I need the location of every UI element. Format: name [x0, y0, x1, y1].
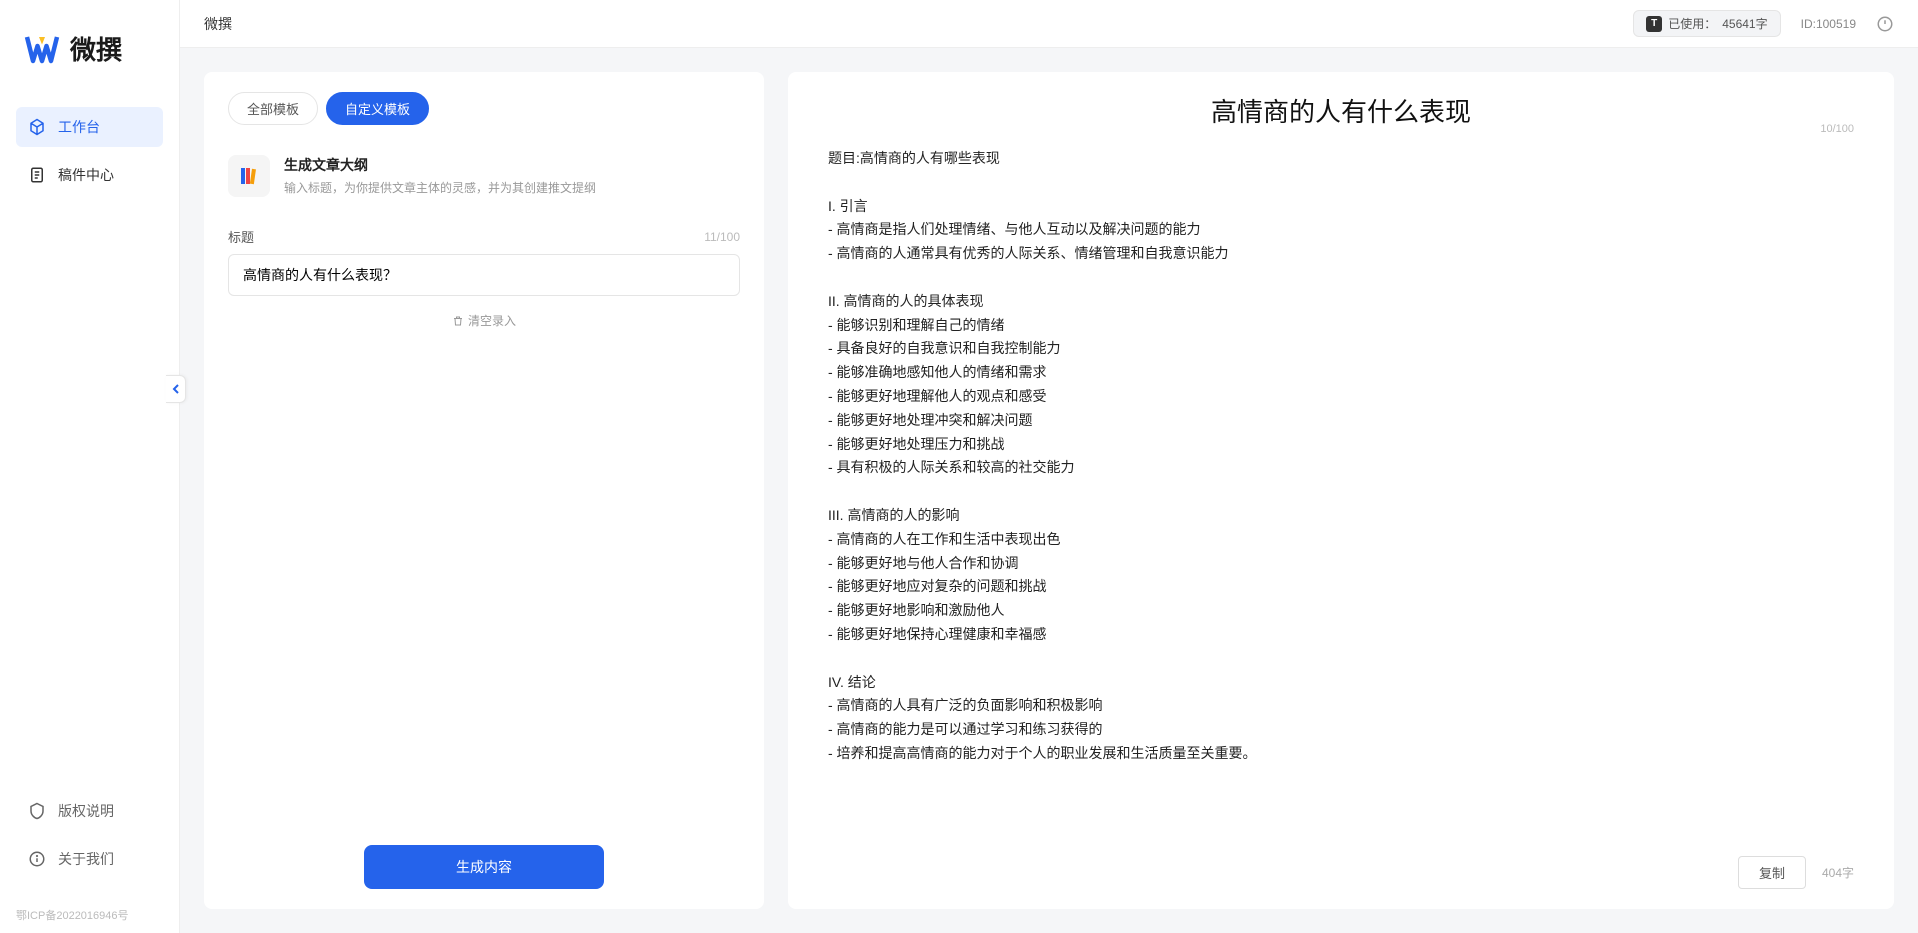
- topbar-title: 微撰: [204, 14, 1633, 34]
- doc-icon: [28, 166, 46, 184]
- chevron-left-icon: [171, 383, 181, 395]
- sidebar-collapse-handle[interactable]: [166, 375, 186, 403]
- icp-text: 鄂ICP备2022016946号: [0, 907, 179, 933]
- nav-label: 稿件中心: [58, 165, 114, 185]
- cube-icon: [28, 118, 46, 136]
- template-tabs: 全部模板 自定义模板: [228, 92, 740, 125]
- nav-label: 关于我们: [58, 849, 114, 869]
- topbar: 微撰 T 已使用： 45641字 ID:100519: [180, 0, 1918, 48]
- nav-bottom: 版权说明 关于我们: [0, 791, 179, 907]
- usage-chip[interactable]: T 已使用： 45641字: [1633, 10, 1780, 37]
- tab-all-templates[interactable]: 全部模板: [228, 92, 318, 125]
- trash-icon: [452, 315, 464, 327]
- template-title: 生成文章大纲: [284, 155, 596, 175]
- output-char-count: 404字: [1822, 864, 1854, 881]
- generate-button[interactable]: 生成内容: [364, 845, 604, 889]
- output-body[interactable]: 题目:高情商的人有哪些表现 I. 引言 - 高情商是指人们处理情绪、与他人互动以…: [828, 147, 1854, 842]
- sidebar: 微撰 工作台 稿件中心 版权说明 关于我们 鄂ICP备2022016946号: [0, 0, 180, 933]
- template-desc: 输入标题，为你提供文章主体的灵感，并为其创建推文提纲: [284, 179, 596, 196]
- books-icon: [237, 164, 261, 188]
- title-field-count: 11/100: [704, 230, 740, 244]
- user-id: ID:100519: [1801, 17, 1856, 31]
- usage-label: 已使用：: [1668, 15, 1716, 32]
- clear-input-button[interactable]: 清空录入: [452, 312, 516, 329]
- nav-drafts[interactable]: 稿件中心: [16, 155, 163, 195]
- template-icon: [228, 155, 270, 197]
- nav-copyright[interactable]: 版权说明: [16, 791, 163, 831]
- tab-custom-template[interactable]: 自定义模板: [326, 92, 429, 125]
- input-panel: 全部模板 自定义模板 生成文章大纲 输入标题，为你提供文章主体的灵感，并为其创建…: [204, 72, 764, 909]
- logo: 微撰: [0, 0, 179, 107]
- title-field-label: 标题: [228, 227, 254, 246]
- output-title: 高情商的人有什么表现: [828, 92, 1854, 129]
- nav-about[interactable]: 关于我们: [16, 839, 163, 879]
- power-icon[interactable]: [1876, 15, 1894, 33]
- nav-list: 工作台 稿件中心: [0, 107, 179, 791]
- output-panel: 高情商的人有什么表现 10/100 题目:高情商的人有哪些表现 I. 引言 - …: [788, 72, 1894, 909]
- template-card: 生成文章大纲 输入标题，为你提供文章主体的灵感，并为其创建推文提纲: [228, 145, 740, 217]
- clear-label: 清空录入: [468, 312, 516, 329]
- usage-icon: T: [1646, 16, 1662, 32]
- shield-icon: [28, 802, 46, 820]
- brand-name: 微撰: [70, 30, 122, 67]
- nav-workbench[interactable]: 工作台: [16, 107, 163, 147]
- copy-button[interactable]: 复制: [1738, 856, 1806, 889]
- nav-label: 版权说明: [58, 801, 114, 821]
- info-icon: [28, 850, 46, 868]
- title-input[interactable]: [228, 254, 740, 296]
- logo-icon: [24, 31, 60, 67]
- output-title-count: 10/100: [1820, 123, 1854, 135]
- usage-value: 45641字: [1722, 15, 1767, 32]
- nav-label: 工作台: [58, 117, 100, 137]
